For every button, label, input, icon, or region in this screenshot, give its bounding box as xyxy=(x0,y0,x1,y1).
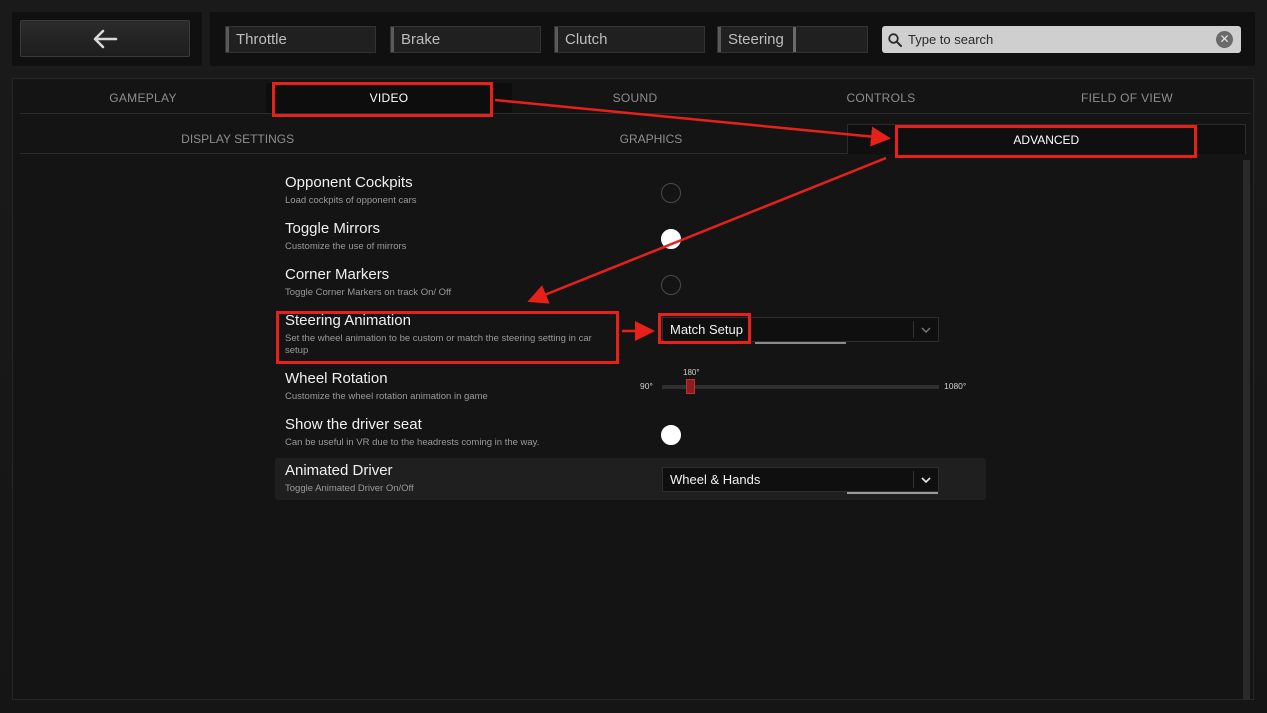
subtab-display-settings[interactable]: DISPLAY SETTINGS xyxy=(20,124,456,154)
arrow-left-icon xyxy=(93,29,118,48)
opponent-cockpits-toggle[interactable] xyxy=(661,183,681,203)
animated-driver-desc: Toggle Animated Driver On/Off xyxy=(285,483,414,494)
search-box: ✕ xyxy=(882,26,1241,53)
throttle-fill xyxy=(226,27,229,52)
tab-sound[interactable]: SOUND xyxy=(512,83,758,113)
toggle-mirrors-desc: Customize the use of mirrors xyxy=(285,241,407,252)
chevron-down-icon xyxy=(913,321,938,338)
clear-search-icon[interactable]: ✕ xyxy=(1216,31,1233,48)
subtab-advanced[interactable]: ADVANCED xyxy=(846,124,1246,154)
steering-left-edge xyxy=(718,27,721,52)
wheel-rotation-value: 180° xyxy=(683,368,700,377)
tab-controls[interactable]: CONTROLS xyxy=(758,83,1004,113)
search-input[interactable] xyxy=(906,31,1216,48)
steering-label: Steering xyxy=(728,31,784,48)
brake-fill xyxy=(391,27,394,52)
main-tabs: GAMEPLAY VIDEO SOUND CONTROLS FIELD OF V… xyxy=(20,83,1250,114)
main-panel xyxy=(12,78,1254,700)
video-subtabs: DISPLAY SETTINGS GRAPHICS ADVANCED xyxy=(20,124,1246,154)
wheel-rotation-title: Wheel Rotation xyxy=(285,370,388,387)
steering-animation-title: Steering Animation xyxy=(285,312,411,329)
back-button[interactable] xyxy=(20,20,190,57)
driver-seat-desc: Can be useful in VR due to the headrests… xyxy=(285,437,540,448)
toggle-mirrors-title: Toggle Mirrors xyxy=(285,220,381,237)
opponent-cockpits-desc: Load cockpits of opponent cars xyxy=(285,195,417,206)
steering-animation-underline xyxy=(755,342,846,344)
wheel-rotation-max: 1080° xyxy=(944,381,967,391)
wheel-rotation-track[interactable] xyxy=(662,385,939,389)
opponent-cockpits-title: Opponent Cockpits xyxy=(285,174,413,191)
animated-driver-title: Animated Driver xyxy=(285,462,393,479)
throttle-label: Throttle xyxy=(236,31,287,48)
tab-video[interactable]: VIDEO xyxy=(266,83,512,113)
animated-driver-dropdown[interactable]: Wheel & Hands xyxy=(662,467,939,494)
corner-markers-title: Corner Markers xyxy=(285,266,390,283)
tab-field-of-view[interactable]: FIELD OF VIEW xyxy=(1004,83,1250,113)
clutch-fill xyxy=(555,27,558,52)
brake-label: Brake xyxy=(401,31,441,48)
corner-markers-toggle[interactable] xyxy=(661,275,681,295)
steering-animation-dropdown[interactable]: Match Setup xyxy=(662,317,939,344)
wheel-rotation-thumb[interactable] xyxy=(686,379,695,394)
chevron-down-icon xyxy=(913,471,938,488)
driver-seat-title: Show the driver seat xyxy=(285,416,422,433)
scrollbar[interactable] xyxy=(1243,160,1250,700)
subtab-graphics[interactable]: GRAPHICS xyxy=(455,124,847,154)
toggle-mirrors-toggle[interactable] xyxy=(661,229,681,249)
clutch-label: Clutch xyxy=(565,31,608,48)
steering-animation-value: Match Setup xyxy=(670,322,743,337)
steering-animation-desc: Set the wheel animation to be custom or … xyxy=(285,333,592,356)
tab-gameplay[interactable]: GAMEPLAY xyxy=(20,83,266,113)
wheel-rotation-min: 90° xyxy=(640,381,653,391)
animated-driver-value: Wheel & Hands xyxy=(670,472,761,487)
throttle-meter: Throttle xyxy=(225,26,376,53)
settings-screen: Throttle Brake Clutch Steering ✕ GAMEPLA… xyxy=(0,0,1267,713)
brake-meter: Brake xyxy=(390,26,541,53)
wheel-rotation-desc: Customize the wheel rotation animation i… xyxy=(285,391,488,402)
corner-markers-desc: Toggle Corner Markers on track On/ Off xyxy=(285,287,452,298)
search-icon xyxy=(888,32,902,47)
clutch-meter: Clutch xyxy=(554,26,705,53)
driver-seat-toggle[interactable] xyxy=(661,425,681,445)
steering-fill xyxy=(793,27,796,52)
animated-driver-underline xyxy=(847,492,938,494)
steering-meter: Steering xyxy=(717,26,868,53)
